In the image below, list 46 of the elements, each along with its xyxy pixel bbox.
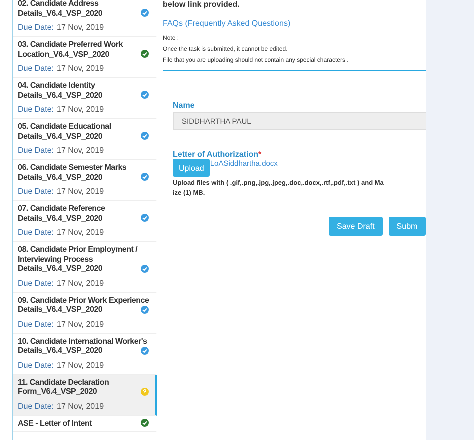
task-item[interactable]: ASE - Letter of Intent — [13, 416, 157, 432]
faq-link[interactable]: FAQs (Frequently Asked Questions) — [163, 19, 291, 28]
task-item[interactable]: 05. Candidate Educational Details_V6.4_VSP_2020 Due Date: 17 Nov, 2019 — [13, 119, 157, 160]
due-date: 17 Nov, 2019 — [57, 320, 104, 328]
due-date-label: Due Date: — [18, 64, 54, 73]
task-item[interactable]: 04. Candidate Identity Details_V6.4_VSP_2020 Due Date: 17 Nov, 2019 — [13, 78, 157, 119]
task-item[interactable]: 11. Candidate Declaration Form_V6.4_VSP_2020 Due Date: 17 Nov, 2019 — [13, 374, 157, 416]
task-item[interactable]: 07. Candidate Reference Details_V6.4_VSP_2020 Due Date: 17 Nov, 2019 — [13, 201, 157, 242]
task-item[interactable]: 02. Candidate Address Details_V6.4_VSP_2020 Due Date: 17 Nov, 2019 — [13, 0, 157, 37]
due-date: 17 Nov, 2019 — [57, 146, 104, 155]
due-date: 17 Nov, 2019 — [57, 64, 104, 73]
task-item[interactable]: 08. Candidate Prior Employment / Interviewing Process Details_V6.4_VSP_2020 Due Date: 17 Nov, 2019 — [13, 242, 157, 292]
due-date: 17 Nov, 2019 — [57, 105, 104, 114]
file-label: Letter of Authorization — [173, 150, 258, 159]
task-title: 02. Candidate Address Details_V6.4_VSP_2020 — [18, 0, 104, 18]
task-title: 06. Candidate Semester Marks Details_V6.4_VSP_2020 — [18, 163, 128, 182]
task-title: 09. Candidate Prior Work Experience Details_V6.4_VSP_2020 — [18, 296, 150, 314]
task-item[interactable]: 09. Candidate Prior Work Experience Details_V6.4_VSP_2020 Due Date: 17 Nov, 2019 — [13, 292, 157, 334]
name-label: Name — [173, 101, 196, 110]
due-date: 17 Nov, 2019 — [57, 228, 104, 237]
due-date-label: Due Date: — [18, 360, 54, 370]
due-date: 17 Nov, 2019 — [57, 278, 104, 288]
due-date-label: Due Date: — [18, 105, 54, 114]
due-date-label: Due Date: — [18, 402, 54, 410]
task-title: 04. Candidate Identity Details_V6.4_VSP_2020 — [18, 81, 104, 100]
due-date-label: Due Date: — [18, 187, 54, 196]
task-item[interactable]: 06. Candidate Semester Marks Details_V6.4_VSP_2020 Due Date: 17 Nov, 2019 — [13, 160, 157, 201]
task-title: 03. Candidate Preferred Work Location_V6.4_VSP_2020 — [18, 40, 124, 59]
task-title: ASE - Letter of Intent — [18, 418, 94, 428]
due-date: 17 Nov, 2019 — [57, 23, 104, 32]
due-date-label: Due Date: — [18, 320, 54, 328]
due-date: 17 Nov, 2019 — [57, 402, 104, 410]
task-title: 05. Candidate Educational Details_V6.4_VSP_2020 — [18, 122, 112, 141]
task-title: 10. Candidate International Worker's Details_V6.4_VSP_2020 — [18, 336, 148, 356]
task-title: 07. Candidate Reference Details_V6.4_VSP_2020 — [18, 204, 106, 223]
required-mark: * — [258, 150, 262, 159]
intro-text: below link provided. — [163, 0, 241, 10]
due-date: 17 Nov, 2019 — [57, 360, 104, 370]
task-title: 08. Candidate Prior Employment / Interviewing Process Details_V6.4_VSP_2020 — [18, 245, 139, 274]
due-date-label: Due Date: — [18, 23, 54, 32]
task-title: 11. Candidate Declaration Form_V6.4_VSP_2020 — [18, 378, 110, 396]
due-date-label: Due Date: — [18, 278, 54, 288]
due-date-label: Due Date: — [18, 228, 54, 237]
task-item[interactable]: 03. Candidate Preferred Work Location_V6.4_VSP_2020 Due Date: 17 Nov, 2019 — [13, 37, 157, 78]
due-date: 17 Nov, 2019 — [57, 187, 104, 196]
due-date-label: Due Date: — [18, 146, 54, 155]
